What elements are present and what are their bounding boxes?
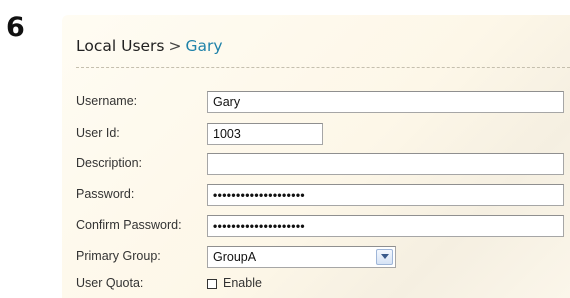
description-label: Description: (76, 156, 142, 170)
breadcrumb-current: Gary (185, 37, 223, 55)
divider (76, 67, 570, 68)
user-quota-enable-label[interactable]: Enable (223, 276, 262, 290)
user-quota-enable-checkbox[interactable] (207, 279, 217, 289)
breadcrumb-parent[interactable]: Local Users (76, 37, 165, 55)
primary-group-select[interactable]: GroupA (207, 246, 396, 268)
username-input[interactable]: Gary (207, 91, 564, 113)
user-quota-label: User Quota: (76, 276, 144, 290)
user-edit-panel: Local Users > Gary Username: Gary User Id:… (62, 15, 570, 298)
username-label: Username: (76, 94, 138, 108)
confirm-password-label: Confirm Password: (76, 218, 182, 232)
primary-group-label: Primary Group: (76, 249, 161, 263)
breadcrumb-separator: > (168, 37, 182, 55)
confirm-password-input[interactable]: •••••••••••••••••••• (207, 215, 564, 237)
step-number: 6 (6, 12, 25, 43)
password-input[interactable]: •••••••••••••••••••• (207, 184, 564, 206)
breadcrumb: Local Users > Gary (76, 37, 223, 55)
user-id-input[interactable]: 1003 (207, 123, 323, 145)
user-id-label: User Id: (76, 126, 120, 140)
description-input[interactable] (207, 153, 564, 175)
primary-group-value: GroupA (213, 250, 257, 264)
chevron-down-icon[interactable] (376, 249, 393, 265)
password-label: Password: (76, 187, 135, 201)
